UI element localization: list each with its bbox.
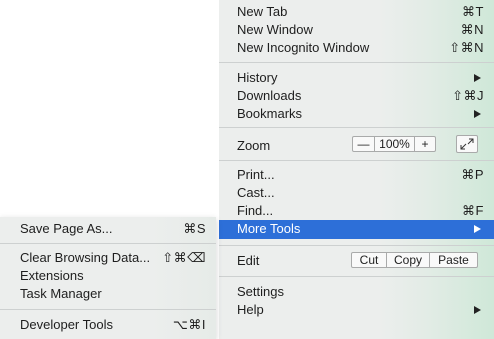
shortcut-print: ⌘P <box>461 167 484 182</box>
menu-item-cast[interactable]: Cast... <box>219 184 494 202</box>
shortcut-find: ⌘F <box>462 203 484 218</box>
menu-item-task-manager[interactable]: Task Manager <box>0 285 216 303</box>
copy-button[interactable]: Copy <box>387 253 430 267</box>
menu-item-bookmarks[interactable]: Bookmarks <box>219 105 494 123</box>
paste-button[interactable]: Paste <box>430 253 477 267</box>
menu-separator <box>219 127 494 128</box>
menu-item-help[interactable]: Help <box>219 301 494 319</box>
zoom-control: — 100% + <box>352 136 436 152</box>
triangle-right-icon <box>474 74 481 82</box>
menu-item-extensions[interactable]: Extensions <box>0 267 216 285</box>
shortcut-new-incognito: ⇧⌘N <box>449 40 484 55</box>
menu-separator <box>219 245 494 246</box>
menu-item-new-tab[interactable]: New Tab ⌘T <box>219 3 494 21</box>
menu-item-print[interactable]: Print... ⌘P <box>219 166 494 184</box>
shortcut-developer-tools: ⌥⌘I <box>172 317 206 332</box>
menu-item-settings[interactable]: Settings <box>219 283 494 301</box>
triangle-right-icon <box>474 225 481 233</box>
fullscreen-button[interactable] <box>456 135 478 153</box>
menu-item-save-page-as[interactable]: Save Page As... ⌘S <box>0 220 216 238</box>
menu-item-new-window[interactable]: New Window ⌘N <box>219 21 494 39</box>
more-tools-submenu: Save Page As... ⌘S Clear Browsing Data..… <box>0 217 216 339</box>
menu-item-more-tools[interactable]: More Tools <box>219 220 494 239</box>
menu-item-downloads[interactable]: Downloads ⇧⌘J <box>219 87 494 105</box>
zoom-in-button[interactable]: + <box>415 137 435 151</box>
menu-separator <box>219 276 494 277</box>
menu-item-new-incognito-window[interactable]: New Incognito Window ⇧⌘N <box>219 39 494 57</box>
shortcut-clear-browsing: ⇧⌘⌫ <box>162 250 206 265</box>
menu-separator <box>0 309 216 310</box>
shortcut-downloads: ⇧⌘J <box>452 88 484 103</box>
menu-item-clear-browsing-data[interactable]: Clear Browsing Data... ⇧⌘⌫ <box>0 249 216 267</box>
menu-item-find[interactable]: Find... ⌘F <box>219 202 494 220</box>
chrome-main-menu: New Tab ⌘T New Window ⌘N New Incognito W… <box>219 0 494 339</box>
triangle-right-icon <box>474 306 481 314</box>
triangle-right-icon <box>474 110 481 118</box>
menu-separator <box>0 243 216 244</box>
zoom-level-value: 100% <box>375 137 415 151</box>
fullscreen-icon <box>460 138 474 150</box>
menu-item-developer-tools[interactable]: Developer Tools ⌥⌘I <box>0 316 216 334</box>
shortcut-new-window: ⌘N <box>460 22 484 37</box>
menu-separator <box>219 62 494 63</box>
menu-item-history[interactable]: History <box>219 69 494 87</box>
edit-controls: Cut Copy Paste <box>351 252 478 268</box>
zoom-out-button[interactable]: — <box>353 137 375 151</box>
shortcut-save-page: ⌘S <box>183 221 206 236</box>
menu-separator <box>219 160 494 161</box>
cut-button[interactable]: Cut <box>352 253 387 267</box>
shortcut-new-tab: ⌘T <box>462 4 484 19</box>
